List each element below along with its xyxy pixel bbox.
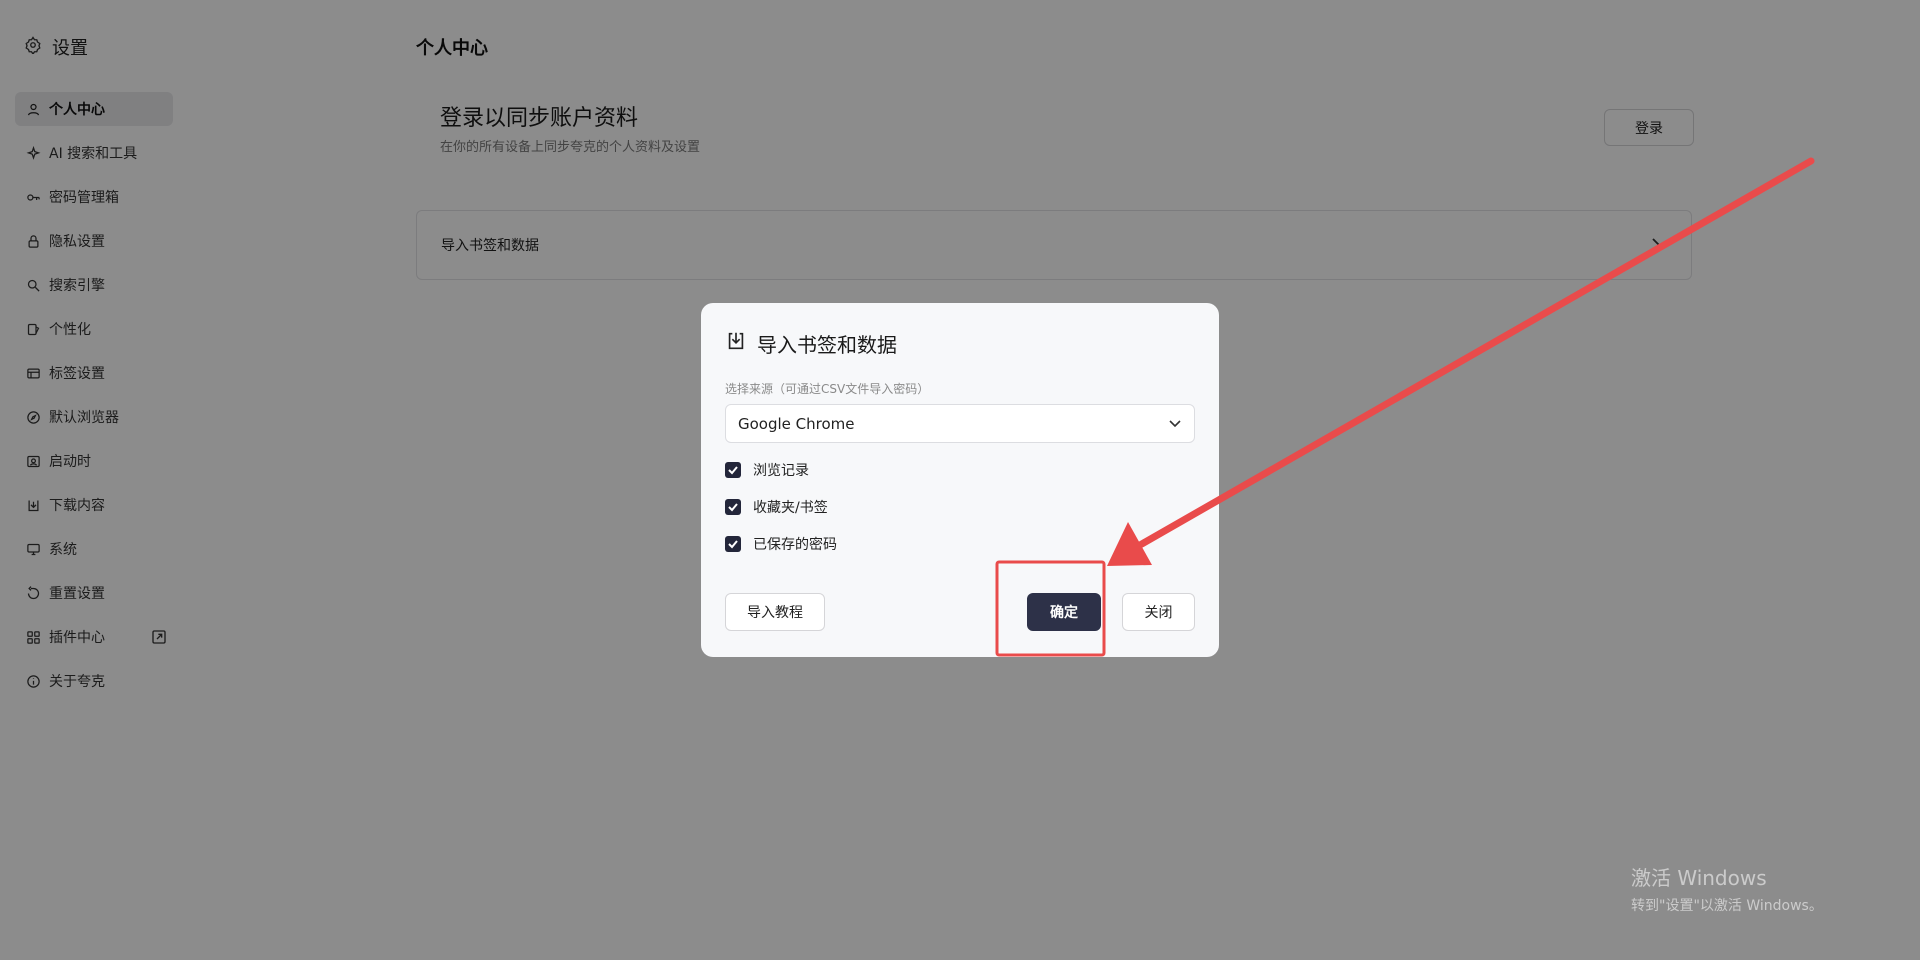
- windows-watermark: 激活 Windows 转到"设置"以激活 Windows。: [1631, 862, 1823, 915]
- close-button[interactable]: 关闭: [1122, 593, 1195, 631]
- import-tutorial-button[interactable]: 导入教程: [725, 593, 825, 631]
- chevron-down-icon: [1168, 417, 1182, 431]
- option-label: 收藏夹/书签: [753, 500, 828, 516]
- watermark-line1: 激活 Windows: [1631, 866, 1767, 890]
- passwords-checkbox[interactable]: [725, 536, 741, 552]
- dialog-title: 导入书签和数据: [757, 333, 897, 357]
- source-select-value: Google Chrome: [738, 414, 855, 433]
- import-dialog: 导入书签和数据 选择来源（可通过CSV文件导入密码） Google Chrome…: [701, 303, 1219, 657]
- option-passwords: 已保存的密码: [725, 534, 837, 554]
- settings-app: 设置 个人中心 AI 搜索和工具 密码管理箱 隐私设置 搜索引擎 个性化 标签设…: [0, 0, 1920, 960]
- option-label: 已保存的密码: [753, 537, 837, 553]
- import-icon: [725, 330, 747, 357]
- history-checkbox[interactable]: [725, 462, 741, 478]
- option-history: 浏览记录: [725, 460, 809, 480]
- watermark-line2: 转到"设置"以激活 Windows。: [1631, 898, 1823, 914]
- source-select[interactable]: Google Chrome: [725, 404, 1195, 443]
- option-label: 浏览记录: [753, 463, 809, 479]
- confirm-button[interactable]: 确定: [1027, 593, 1101, 631]
- source-label: 选择来源（可通过CSV文件导入密码）: [725, 382, 930, 396]
- dialog-header: 导入书签和数据: [725, 329, 897, 358]
- option-bookmarks: 收藏夹/书签: [725, 497, 828, 517]
- bookmarks-checkbox[interactable]: [725, 499, 741, 515]
